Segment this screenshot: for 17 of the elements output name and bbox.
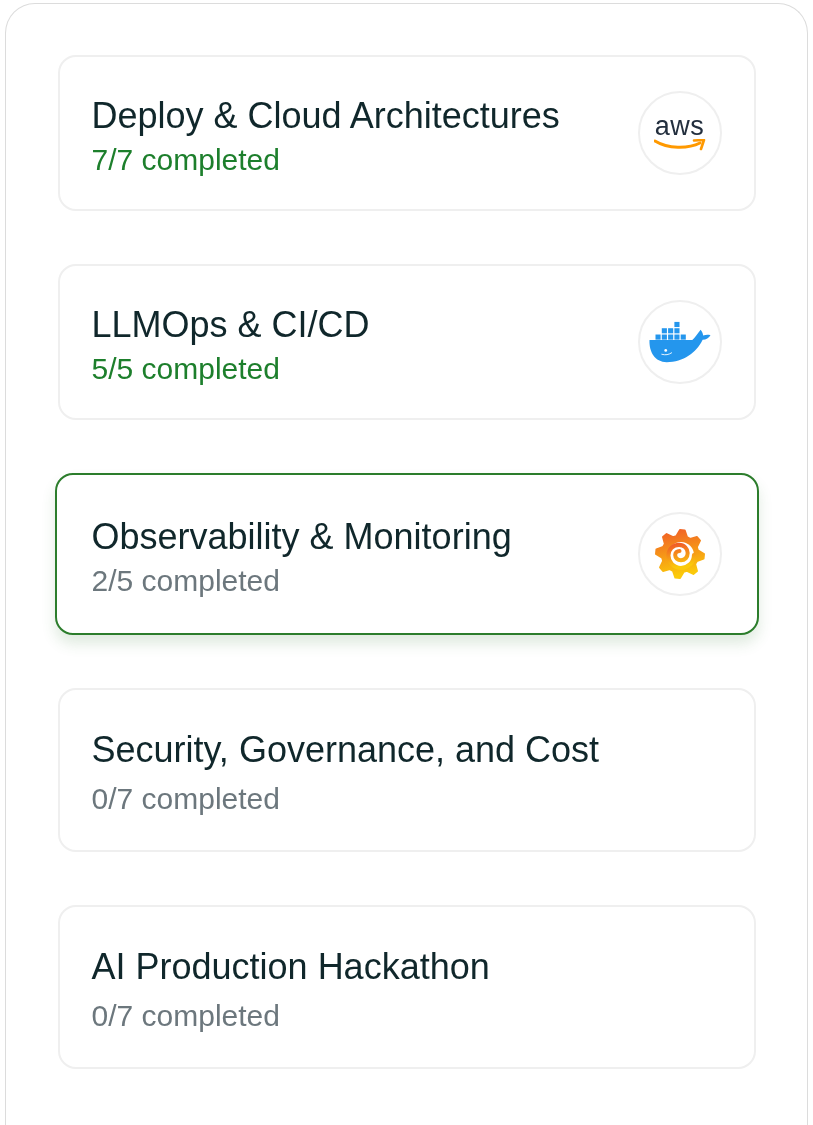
course-title: LLMOps & CI/CD (91, 303, 370, 346)
course-title: Security, Governance, and Cost (91, 729, 600, 771)
course-title: AI Production Hackathon (91, 946, 490, 988)
course-title: Deploy & Cloud Architectures (91, 94, 560, 137)
progress-text: 5/5 completed (91, 350, 281, 387)
course-title: Observability & Monitoring (91, 515, 512, 558)
smile-arrow-icon (653, 139, 706, 151)
progress-text: 0/7 completed (91, 998, 281, 1034)
course-card[interactable]: Observability & Monitoring 2/5 completed (54, 473, 759, 635)
progress-text: 7/7 completed (91, 141, 281, 178)
course-card[interactable]: LLMOps & CI/CD 5/5 completed (57, 264, 756, 420)
course-card[interactable]: AI Production Hackathon 0/7 completed (57, 905, 756, 1069)
course-card[interactable]: Security, Governance, and Cost 0/7 completed (57, 688, 756, 852)
logo-wordmark: aws (654, 115, 705, 137)
course-card[interactable]: Deploy & Cloud Architectures 7/7 completed aws (57, 55, 756, 211)
progress-text: 2/5 completed (91, 562, 281, 599)
progress-text: 0/7 completed (91, 781, 281, 817)
